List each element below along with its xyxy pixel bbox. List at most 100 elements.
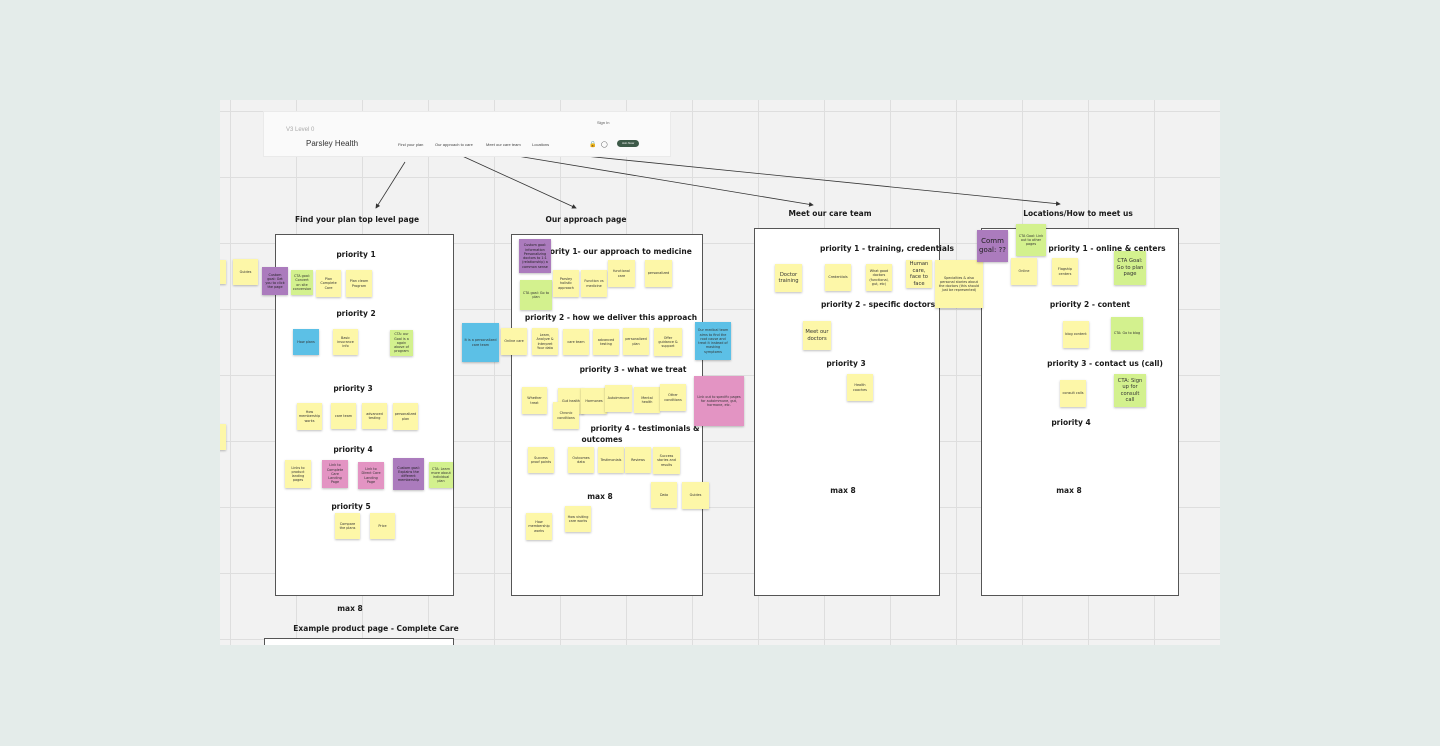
section-title-locations: Locations/How to meet us <box>1023 209 1133 218</box>
sticky-note-plan-program[interactable]: Plan cleam Program <box>346 270 372 297</box>
sticky-note-price[interactable]: Price <box>370 513 395 539</box>
sticky-note-cta-signup[interactable]: CTA: Sign up for consult call <box>1114 374 1146 407</box>
sticky-note-doctor-training[interactable]: Doctor training <box>775 264 802 292</box>
frame-example-product[interactable] <box>264 638 454 645</box>
sticky-note-links-direct[interactable]: Link to Direct Care Landing Page <box>358 462 384 489</box>
sticky-note-data[interactable]: Data <box>651 482 677 508</box>
find-plan-priority-2: priority 2 <box>336 309 376 318</box>
lock-icon[interactable]: 🔒 <box>589 141 596 148</box>
sticky-note-personalized-plan[interactable]: personalized plan <box>393 403 418 430</box>
navbar-level-label: V3 Level 0 <box>286 127 315 133</box>
approach-priority-4a: priority 4 - testimonials & <box>590 424 700 433</box>
sticky-note-approach-cta-goal[interactable]: CTA goal: Go to plan <box>520 280 552 310</box>
sticky-note-comm-goal[interactable]: Comm goal: ?? <box>977 230 1008 262</box>
sticky-note-reviews[interactable]: Reviews <box>625 447 651 473</box>
sticky-note-success-proof[interactable]: Success proof points <box>528 447 554 473</box>
parsley-logo[interactable]: Parsley Health <box>306 139 358 148</box>
sticky-note-plan-complete[interactable]: Plan Complete Care <box>316 270 341 297</box>
join-now-button[interactable]: Join Now <box>617 140 639 147</box>
sticky-note-learn-analyze[interactable]: Learn, Analyze & Interpret Your data <box>532 328 558 355</box>
care-team-priority-3: priority 3 <box>826 359 866 368</box>
sticky-note-mental-health[interactable]: Mental health <box>634 387 660 413</box>
sticky-note-approach-blue-left[interactable]: It is a personalized care team <box>462 323 499 362</box>
sticky-note-consult-calls[interactable]: consult calls <box>1060 380 1086 407</box>
sticky-note-other-conditions[interactable]: Other conditions <box>660 384 686 411</box>
sticky-note-approach-personalized-plan[interactable]: personalized plan <box>623 328 649 355</box>
sticky-note-cta-plan[interactable]: CTA Goal: Go to plan page <box>1114 251 1146 285</box>
sticky-note-online[interactable]: Online <box>1011 258 1037 285</box>
care-team-max: max 8 <box>830 486 856 495</box>
sticky-note-autoimmune[interactable]: Autoimmune <box>605 385 632 412</box>
find-plan-priority-4: priority 4 <box>333 445 373 454</box>
approach-priority-4b: outcomes <box>581 435 623 444</box>
arrow-locations <box>564 153 1061 206</box>
sticky-note-success-stories[interactable]: Success stories and results <box>653 447 680 474</box>
sticky-note-testimonials[interactable]: Testimonials <box>598 447 624 473</box>
locations-max: max 8 <box>1056 486 1082 495</box>
locations-priority-4: priority 4 <box>1051 418 1091 427</box>
sticky-note-how-visits[interactable]: How visiting care works <box>565 506 591 532</box>
whiteboard-canvas[interactable]: V3 Level 0 Sign In Parsley Health Find y… <box>220 100 1220 645</box>
sticky-note-health-coaches[interactable]: Health coaches <box>847 374 873 401</box>
sticky-note-outcomes-data[interactable]: Outcomes data <box>568 447 594 473</box>
sticky-note-chronic-conditions[interactable]: Chronic conditions <box>553 402 579 429</box>
signin-link[interactable]: Sign In <box>597 120 609 125</box>
arrow-find-plan <box>375 161 406 209</box>
sticky-note-offscreen-left-2[interactable] <box>220 424 226 450</box>
find-plan-priority-1: priority 1 <box>336 250 376 259</box>
sticky-note-how-membership[interactable]: How membership works <box>297 403 322 430</box>
sticky-note-approach-custom-goal[interactable]: Custom goal: information Personalizing d… <box>519 239 551 273</box>
sticky-note-custom-goal[interactable]: Custom goal: Get you to click the page <box>262 267 288 295</box>
sticky-note-cta-link-out[interactable]: CTA Goal: Link out to other pages <box>1016 224 1046 256</box>
sticky-note-care-team[interactable]: care team <box>331 403 356 429</box>
user-icon[interactable]: ◯ <box>601 141 608 148</box>
sticky-note-hormones[interactable]: Hormones <box>581 388 607 414</box>
sticky-note-flagship[interactable]: Flagship centers <box>1052 258 1078 285</box>
sticky-note-offscreen-left[interactable] <box>220 260 226 284</box>
sticky-note-functional-care[interactable]: functional care <box>608 260 635 287</box>
sticky-note-basic-insurance[interactable]: Basic insurance info <box>333 329 358 355</box>
section-title-find-plan: Find your plan top level page <box>294 215 420 224</box>
care-team-priority-1: priority 1 - training, credentials <box>820 244 954 253</box>
sticky-note-approach-advanced-testing[interactable]: advanced testing <box>593 329 619 355</box>
example-product-title: Example product page - Complete Care <box>293 624 459 633</box>
sticky-note-approach-how-membership[interactable]: How membership works <box>526 513 552 540</box>
sticky-note-cta-goal[interactable]: CTA goal: Convert on site conversion <box>291 270 313 295</box>
sticky-note-online-care[interactable]: Online care <box>501 328 527 355</box>
sticky-note-guides[interactable]: Guides <box>233 259 258 285</box>
sticky-note-offer-guidance[interactable]: Offer guidance & support <box>654 328 682 356</box>
sticky-note-credentials[interactable]: Credentials <box>825 264 851 291</box>
sticky-note-approach-guides[interactable]: Guides <box>682 482 709 509</box>
sticky-note-parsley-holistic[interactable]: Parsley holistic approach <box>553 270 579 297</box>
nav-link-approach[interactable]: Our approach to care <box>435 142 473 147</box>
sticky-note-how-plans[interactable]: How plans <box>293 329 319 355</box>
arrow-care-team <box>504 153 814 207</box>
website-navbar-mockup: V3 Level 0 Sign In Parsley Health Find y… <box>263 111 671 157</box>
nav-link-locations[interactable]: Locations <box>532 142 549 147</box>
find-plan-max: max 8 <box>337 604 363 613</box>
sticky-note-blog-content[interactable]: blog content <box>1063 321 1089 348</box>
sticky-note-approach-blue-right[interactable]: Our medical team aims to find the root c… <box>695 322 731 360</box>
sticky-note-what-good[interactable]: What good doctors (functional, gut, etc) <box>866 264 892 291</box>
sticky-note-function-vs[interactable]: Function vs medicine <box>581 270 607 297</box>
sticky-note-custom-explain[interactable]: Custom goal: Explains the different memb… <box>393 458 424 490</box>
sticky-note-compare-plans[interactable]: Compare the plans <box>335 513 360 539</box>
find-plan-priority-3: priority 3 <box>333 384 373 393</box>
sticky-note-cta-our-goal[interactable]: CTA: our Goal is a again above of progra… <box>390 330 413 356</box>
sticky-note-meet-doctors[interactable]: Meet our doctors <box>803 321 831 350</box>
sticky-note-advanced-testing[interactable]: advanced testing <box>362 403 387 429</box>
sticky-note-approach-pink-link[interactable]: Link out to specific pages for autoimmun… <box>694 376 744 426</box>
sticky-note-human-care[interactable]: Human care, face to face <box>906 260 932 288</box>
sticky-note-links-complete[interactable]: Link to Complete Care Landing Page <box>322 460 348 488</box>
nav-link-find-plan[interactable]: Find your plan <box>398 142 423 147</box>
sticky-note-specialties[interactable]: Specialties & also personal stories abou… <box>935 260 983 308</box>
sticky-note-approach-care-team[interactable]: care team <box>563 329 589 355</box>
nav-link-care-team[interactable]: Meet our care team <box>486 142 521 147</box>
sticky-note-links-product[interactable]: Links to product landing pages <box>285 460 311 488</box>
approach-max: max 8 <box>587 492 613 501</box>
sticky-note-whether-treat[interactable]: Whether treat <box>522 387 547 414</box>
sticky-note-cta-learn[interactable]: CTA: Learn more about individual plan <box>429 462 453 488</box>
sticky-note-cta-blog[interactable]: CTA: Go to blog <box>1111 317 1143 350</box>
sticky-note-personalized[interactable]: personalized <box>645 260 672 287</box>
locations-priority-2: priority 2 - content <box>1049 300 1131 309</box>
